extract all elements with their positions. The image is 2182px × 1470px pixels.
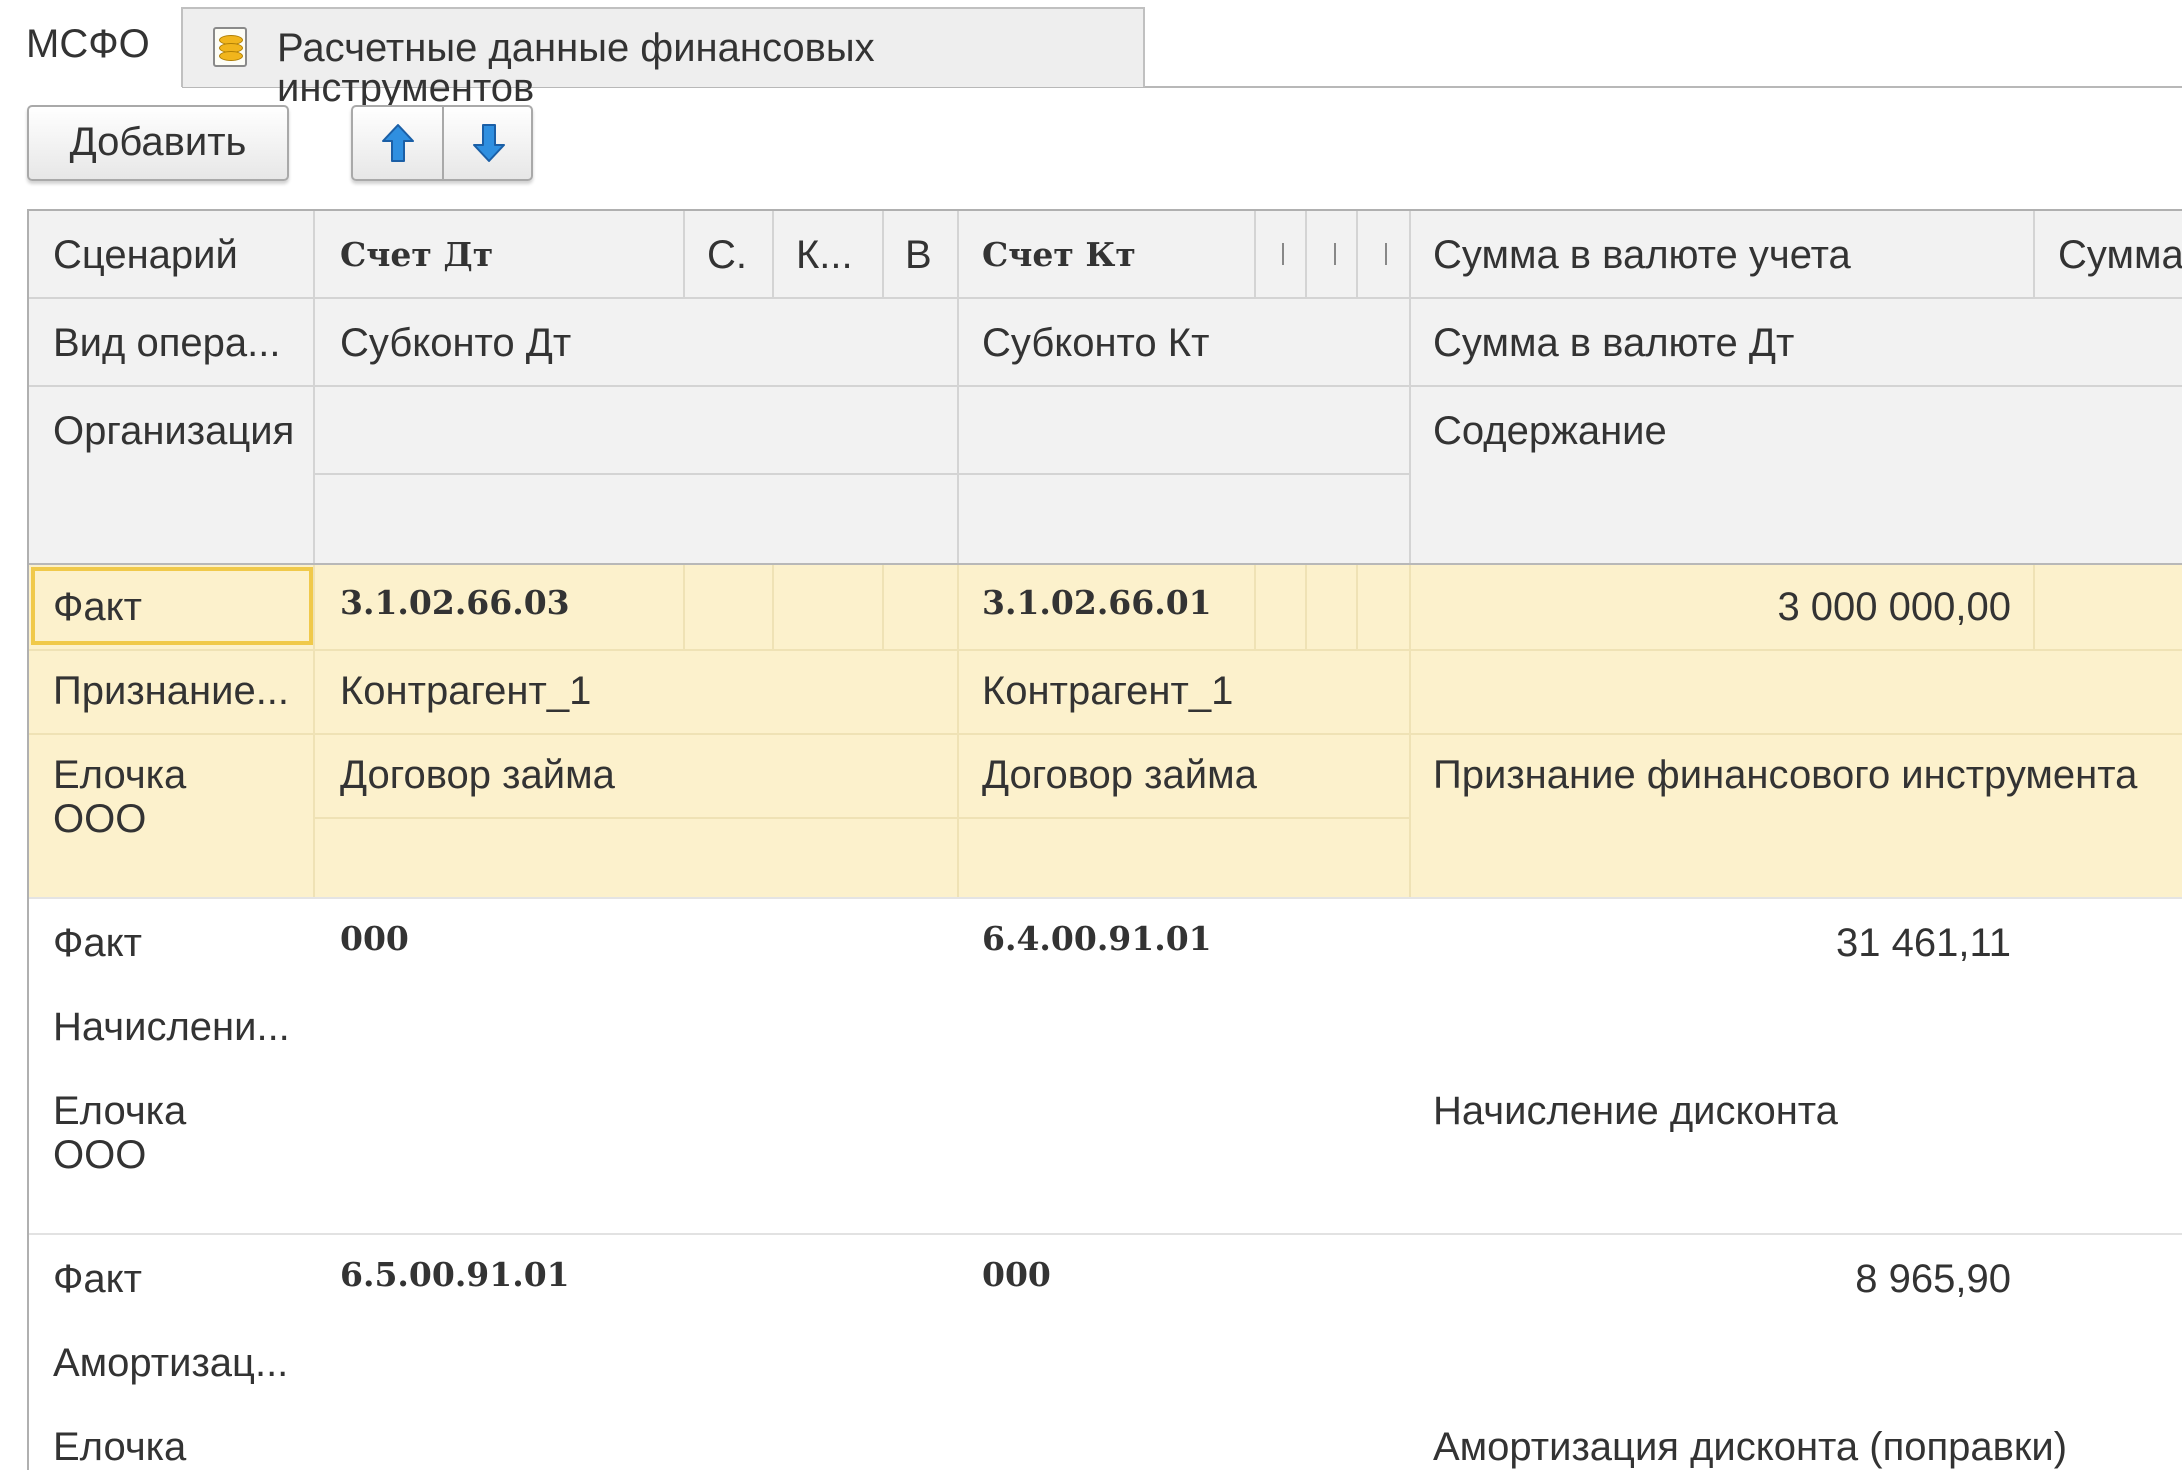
row2-scenario[interactable]: Факт — [53, 921, 142, 965]
tab-msfo[interactable]: МСФО — [0, 0, 182, 88]
header-operation-type[interactable]: Вид опера... — [53, 321, 280, 365]
header-scenario[interactable]: Сценарий — [53, 233, 238, 277]
header-col-v[interactable]: В — [905, 233, 932, 277]
header-subconto-dt[interactable]: Субконто Дт — [340, 321, 571, 365]
row3-organization-line1[interactable]: Елочка — [53, 1425, 186, 1469]
postings-table[interactable]: Сценарий Счет Дт С. К... В Счет Кт Сумма… — [27, 209, 2182, 1470]
row2-account-kt[interactable]: 6.4.00.91.01 — [982, 917, 1212, 961]
row3-content[interactable]: Амортизация дисконта (поправки) — [1433, 1425, 2067, 1469]
row3-account-kt[interactable]: 000 — [982, 1253, 1051, 1297]
row1-subconto-dt-1[interactable]: Контрагент_1 — [340, 669, 591, 713]
row2-organization-line1[interactable]: Елочка — [53, 1089, 186, 1133]
arrow-down-icon — [473, 124, 505, 162]
row3-account-dt[interactable]: 6.5.00.91.01 — [340, 1253, 570, 1297]
header-content[interactable]: Содержание — [1433, 409, 1667, 453]
header-col-k[interactable]: К... — [796, 233, 853, 277]
add-button[interactable]: Добавить — [27, 105, 289, 181]
row1-organization-line1[interactable]: Елочка — [53, 753, 186, 797]
header-amount-more[interactable]: Сумма — [2058, 233, 2182, 277]
arrow-up-icon — [382, 124, 414, 162]
row3-scenario[interactable]: Факт — [53, 1257, 142, 1301]
row2-amount[interactable]: 31 461,11 — [1433, 921, 2011, 965]
row2-account-dt[interactable]: 000 — [340, 917, 409, 961]
tab-financial-instruments-data[interactable]: Расчетные данные финансовых инструментов — [181, 7, 1145, 108]
row3-operation[interactable]: Амортизац... — [53, 1341, 288, 1385]
row2-operation[interactable]: Начислени... — [53, 1005, 290, 1049]
row1-subconto-kt-1[interactable]: Контрагент_1 — [982, 669, 1233, 713]
row1-operation[interactable]: Признание... — [53, 669, 289, 713]
row1-subconto-kt-2[interactable]: Договор займа — [982, 753, 1257, 797]
header-account-kt[interactable]: Счет Кт — [982, 233, 1136, 277]
move-down-button[interactable] — [442, 107, 533, 179]
row1-subconto-dt-2[interactable]: Договор займа — [340, 753, 615, 797]
tab-document-label: Расчетные данные финансовых инструментов — [277, 26, 875, 110]
coins-document-icon — [213, 27, 247, 67]
header-amount-currency-dt[interactable]: Сумма в валюте Дт — [1433, 321, 1794, 365]
row1-amount[interactable]: 3 000 000,00 — [1433, 585, 2011, 629]
row1-account-kt[interactable]: 3.1.02.66.01 — [982, 581, 1212, 625]
header-amount-accounting[interactable]: Сумма в валюте учета — [1433, 233, 1851, 277]
row2-content[interactable]: Начисление дисконта — [1433, 1089, 1838, 1133]
row3-amount[interactable]: 8 965,90 — [1433, 1257, 2011, 1301]
header-organization[interactable]: Организация — [53, 409, 294, 453]
row1-content[interactable]: Признание финансового инструмента — [1433, 753, 2137, 797]
row2-organization-line2[interactable]: ООО — [53, 1133, 146, 1177]
header-account-dt[interactable]: Счет Дт — [340, 233, 493, 277]
header-col-s[interactable]: С. — [707, 233, 747, 277]
row1-organization-line2[interactable]: ООО — [53, 797, 146, 841]
add-button-label: Добавить — [69, 120, 247, 164]
row1-account-dt[interactable]: 3.1.02.66.03 — [340, 581, 570, 625]
move-buttons-group — [351, 105, 533, 181]
header-subconto-kt[interactable]: Субконто Кт — [982, 321, 1209, 365]
move-up-button[interactable] — [353, 107, 442, 179]
tab-msfo-label: МСФО — [26, 22, 150, 66]
table-header: Сценарий Счет Дт С. К... В Счет Кт Сумма… — [29, 211, 2182, 565]
row1-scenario[interactable]: Факт — [53, 585, 142, 629]
row-separator — [29, 1233, 2182, 1235]
